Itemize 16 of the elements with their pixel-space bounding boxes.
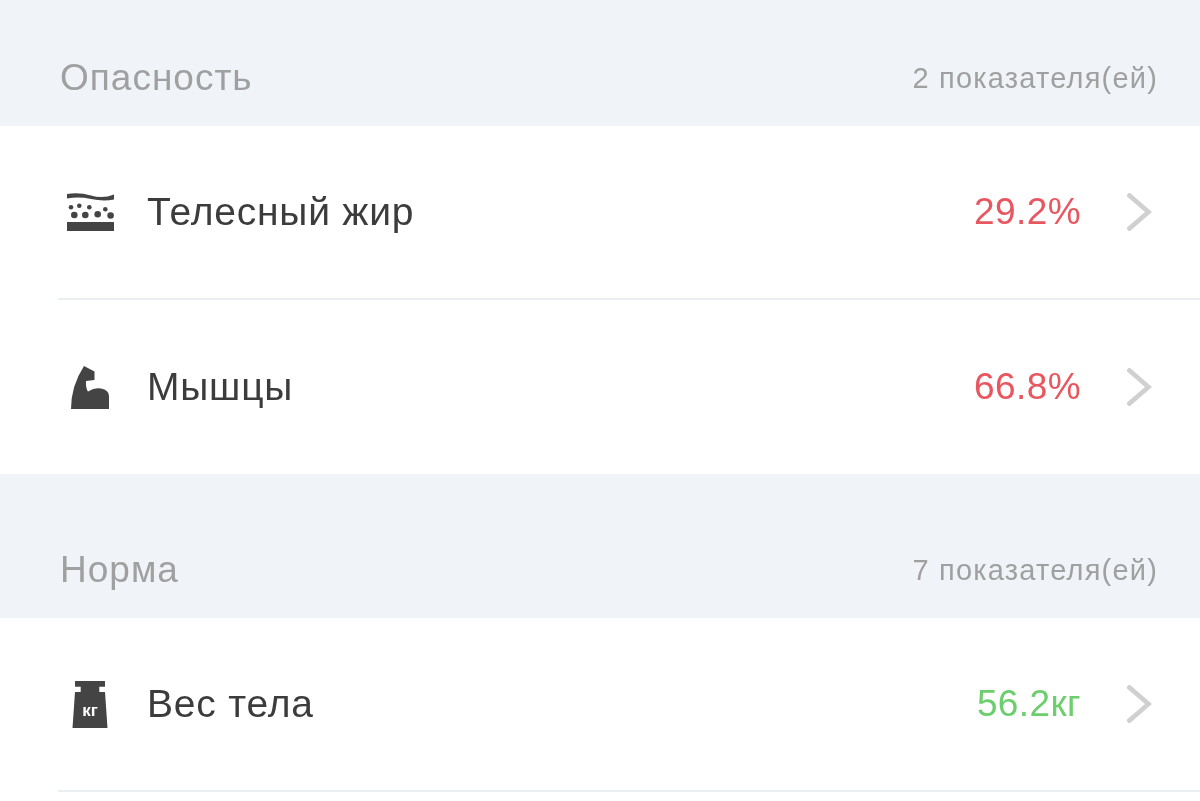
weight-icon: кг (72, 680, 108, 728)
section-title: Опасность (60, 57, 253, 99)
indicator-count: 7 показателя(ей) (912, 553, 1158, 587)
metric-value: 66.8% (974, 366, 1081, 408)
metric-label: Телесный жир (147, 190, 415, 234)
fat-layer-icon (66, 193, 114, 231)
metric-value: 56.2кг (976, 683, 1081, 725)
chevron-right-icon (1127, 368, 1152, 406)
flexed-arm-icon (71, 365, 109, 409)
section-title: Норма (60, 549, 179, 591)
metric-value: 29.2% (974, 191, 1081, 233)
metric-label: Мышцы (147, 365, 294, 409)
chevron-right-icon (1127, 193, 1152, 231)
metric-label: Вес тела (147, 682, 314, 726)
chevron-right-icon (1127, 685, 1152, 723)
indicator-count: 2 показателя(ей) (912, 61, 1158, 95)
